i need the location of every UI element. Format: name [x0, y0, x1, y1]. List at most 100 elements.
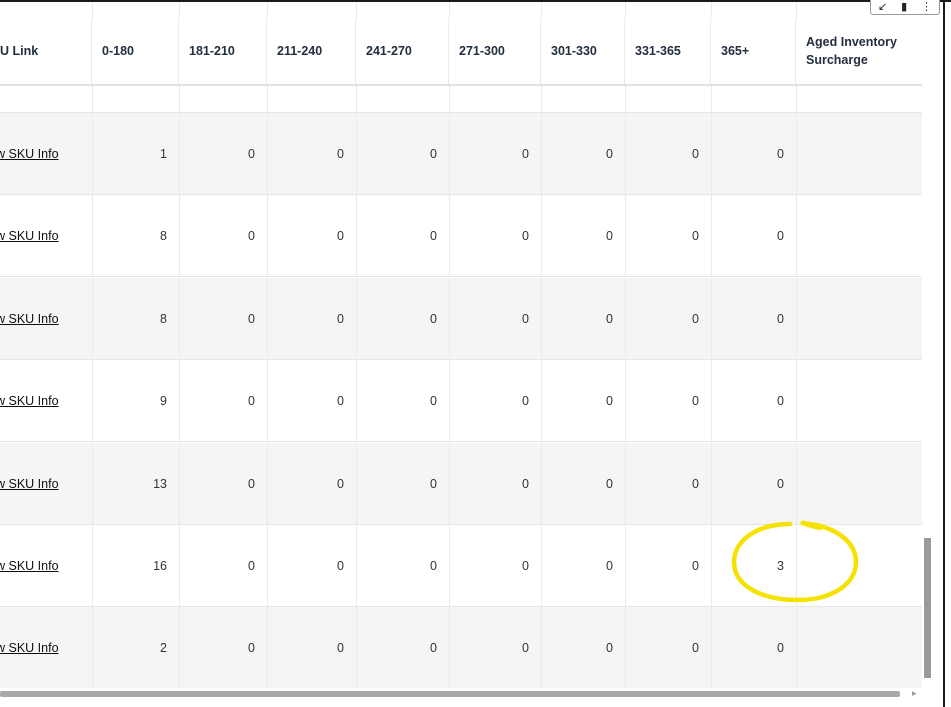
age-bucket-cell: 0 [337, 147, 344, 161]
more-options-icon[interactable]: ⋮ [921, 0, 932, 13]
column-divider [179, 607, 180, 688]
column-header-181-210: 181-210 [179, 18, 267, 84]
column-divider [541, 607, 542, 688]
column-header-271-300: 271-300 [449, 18, 541, 84]
column-header-0-180: 0-180 [92, 18, 179, 84]
expand-icon[interactable]: ↙ [878, 0, 887, 13]
aged-inventory-surcharge-cell [796, 195, 922, 277]
column-divider [267, 86, 268, 112]
column-divider [625, 113, 626, 195]
age-bucket-cell: 0 [248, 476, 255, 491]
column-divider [449, 195, 450, 278]
aged-inventory-surcharge-cell [796, 443, 922, 525]
column-divider [796, 607, 797, 688]
age-bucket-cell: 0 [692, 641, 699, 656]
column-divider [267, 195, 268, 278]
column-divider [179, 113, 180, 195]
view-sku-info-link[interactable]: w SKU Info [0, 394, 59, 408]
column-divider [625, 442, 626, 525]
column-divider [179, 2, 180, 18]
aged-inventory-surcharge-cell [796, 278, 922, 360]
column-divider [541, 86, 542, 112]
view-sku-info-link[interactable]: w SKU Info [0, 477, 59, 491]
column-divider [449, 360, 450, 443]
age-bucket-cell: 1 [160, 147, 167, 161]
view-sku-info-link[interactable]: w SKU Info [0, 559, 59, 573]
age-bucket-cell: 0 [606, 559, 613, 573]
column-divider [541, 113, 542, 195]
column-divider [356, 525, 357, 607]
age-bucket-cell: 0 [430, 147, 437, 161]
column-divider [449, 525, 450, 607]
column-divider [92, 86, 93, 112]
age-bucket-cell: 2 [160, 641, 167, 656]
column-divider [796, 113, 797, 195]
age-bucket-cell: 0 [430, 311, 437, 326]
column-divider [541, 2, 542, 18]
age-bucket-cell: 0 [430, 394, 437, 409]
column-divider [92, 360, 93, 443]
column-divider [449, 86, 450, 112]
age-bucket-cell: 0 [430, 476, 437, 491]
column-divider [625, 277, 626, 360]
sku-link-cell: w SKU Info [0, 278, 92, 360]
scroll-right-arrow-icon[interactable]: ▸ [912, 688, 917, 699]
vertical-scrollbar-thumb[interactable] [924, 538, 931, 678]
age-bucket-cell: 0 [692, 147, 699, 161]
age-bucket-cell: 0 [248, 147, 255, 161]
age-bucket-cell: 8 [160, 311, 167, 326]
column-header-aged-inventory-surcharge: Aged Inventory Surcharge [806, 35, 897, 67]
column-divider [541, 277, 542, 360]
highlight-circle-annotation [731, 520, 859, 603]
column-divider [711, 113, 712, 195]
table-row: w SKU Info 8 0 0 0 0 0 0 0 [0, 277, 922, 360]
column-divider [711, 2, 712, 18]
column-divider [711, 195, 712, 278]
column-divider [179, 525, 180, 607]
age-bucket-cell: 0 [337, 641, 344, 656]
column-divider [92, 525, 93, 607]
table-row: w SKU Info 8 0 0 0 0 0 0 0 [0, 195, 922, 278]
age-bucket-cell: 0 [430, 641, 437, 656]
column-divider [92, 113, 93, 195]
age-bucket-cell: 0 [248, 559, 255, 573]
column-divider [625, 360, 626, 443]
cursor-icon[interactable]: ▮ [901, 0, 907, 13]
age-bucket-cell: 0 [606, 229, 613, 244]
table-row: w SKU Info 2 0 0 0 0 0 0 0 [0, 607, 922, 688]
table-row: w SKU Info 1 0 0 0 0 0 0 0 [0, 113, 922, 195]
age-bucket-cell: 0 [692, 394, 699, 409]
column-divider [541, 360, 542, 443]
age-bucket-cell: 0 [692, 476, 699, 491]
age-bucket-cell: 0 [606, 394, 613, 409]
view-sku-info-link[interactable]: w SKU Info [0, 147, 59, 161]
age-bucket-cell: 0 [337, 229, 344, 244]
column-divider [711, 525, 712, 607]
age-bucket-cell: 0 [248, 229, 255, 244]
column-divider [92, 195, 93, 278]
view-sku-info-link[interactable]: w SKU Info [0, 312, 59, 326]
column-divider [267, 277, 268, 360]
age-bucket-cell: 8 [160, 229, 167, 244]
horizontal-scrollbar-thumb[interactable] [0, 691, 900, 697]
view-sku-info-link[interactable]: w SKU Info [0, 229, 59, 243]
column-divider [625, 86, 626, 112]
view-sku-info-link[interactable]: w SKU Info [0, 641, 59, 655]
table-row: w SKU Info 13 0 0 0 0 0 0 0 [0, 442, 922, 525]
table-header-row: U Link 0-180 181-210 211-240 241-270 271-300 3… [0, 18, 922, 86]
column-divider [625, 525, 626, 607]
aged-inventory-surcharge-cell [796, 607, 922, 688]
age-bucket-cell: 0 [337, 311, 344, 326]
column-divider [179, 442, 180, 525]
age-bucket-cell: 0 [248, 311, 255, 326]
age-bucket-cell: 9 [160, 394, 167, 409]
column-divider [711, 277, 712, 360]
sku-link-cell: w SKU Info [0, 113, 92, 195]
age-bucket-cell: 0 [692, 559, 699, 573]
column-divider [356, 442, 357, 525]
age-bucket-cell: 0 [606, 311, 613, 326]
column-divider [356, 607, 357, 688]
column-divider [92, 277, 93, 360]
column-divider [267, 442, 268, 525]
column-divider [356, 360, 357, 443]
